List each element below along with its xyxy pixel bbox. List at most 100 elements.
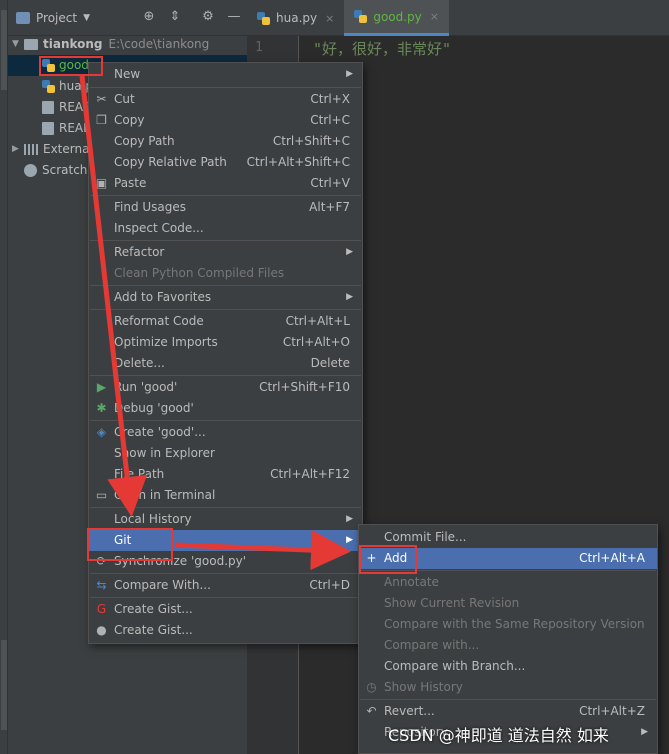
menu-item-create-gist[interactable]: G Create Gist...: [89, 599, 362, 620]
menu-item-label: Cut: [114, 92, 135, 106]
chevron-down-icon[interactable]: ▼: [83, 13, 90, 23]
menu-item-shortcut: Delete: [310, 356, 350, 370]
menu-item-shortcut: Ctrl+D: [309, 578, 350, 592]
crosshair-icon[interactable]: ⊕: [141, 9, 157, 25]
gist-g-icon: G: [96, 602, 107, 616]
menu-item-compare-with-branch[interactable]: Compare with Branch...: [359, 656, 657, 677]
menu-item-shortcut: Ctrl+C: [310, 113, 350, 127]
tab-good-py[interactable]: good.py ×: [344, 0, 449, 36]
menu-item-reformat-code[interactable]: Reformat Code Ctrl+Alt+L: [89, 311, 362, 332]
menu-item-show-in-explorer[interactable]: Show in Explorer: [89, 443, 362, 464]
history-icon: ◷: [366, 680, 377, 694]
menu-item-compare-with[interactable]: ⇆ Compare With... Ctrl+D: [89, 575, 362, 596]
menu-item-create-good[interactable]: ◈ Create 'good'...: [89, 422, 362, 443]
menu-item-label: Copy Path: [114, 134, 175, 148]
menu-item-label: Paste: [114, 176, 147, 190]
close-icon[interactable]: ×: [430, 10, 439, 23]
minimize-icon[interactable]: —: [226, 9, 242, 25]
menu-item-create-gist[interactable]: ● Create Gist...: [89, 620, 362, 641]
chevron-right-icon: ▶: [346, 292, 353, 302]
menu-separator: [90, 87, 361, 88]
markdown-file-icon: [42, 122, 54, 135]
terminal-icon: ▭: [95, 488, 108, 502]
project-tool-tab[interactable]: [1, 10, 7, 90]
menu-item-label: Open in Terminal: [114, 488, 216, 502]
menu-item-add-to-favorites[interactable]: Add to Favorites ▶: [89, 287, 362, 308]
menu-item-label: Create Gist...: [114, 623, 193, 637]
menu-item-label: Run 'good': [114, 380, 178, 394]
chevron-right-icon: ▶: [346, 535, 353, 545]
menu-item-annotate: Annotate: [359, 572, 657, 593]
annotation-box-git: [87, 528, 173, 561]
menu-separator: [90, 597, 361, 598]
menu-item-label: Compare with Branch...: [384, 659, 526, 673]
menu-item-label: Compare With...: [114, 578, 211, 592]
scratches-icon: [24, 164, 37, 177]
menu-item-label: Delete...: [114, 356, 165, 370]
menu-item-label: Create 'good'...: [114, 425, 206, 439]
menu-separator: [90, 507, 361, 508]
close-icon[interactable]: ×: [325, 12, 334, 25]
menu-item-copy-relative-path[interactable]: Copy Relative Path Ctrl+Alt+Shift+C: [89, 152, 362, 173]
menu-item-run-good[interactable]: ▶ Run 'good' Ctrl+Shift+F10: [89, 377, 362, 398]
copy-icon: ❐: [96, 113, 107, 127]
menu-item-open-in-terminal[interactable]: ▭ Open in Terminal: [89, 485, 362, 506]
menu-item-shortcut: Ctrl+Alt+L: [285, 314, 350, 328]
clipboard-icon: ▣: [95, 176, 108, 190]
chevron-right-icon[interactable]: ▶: [12, 139, 24, 160]
chevron-right-icon: ▶: [346, 247, 353, 257]
menu-item-local-history[interactable]: Local History ▶: [89, 509, 362, 530]
left-tool-strip: [0, 0, 8, 754]
menu-item-label: Copy Relative Path: [114, 155, 227, 169]
menu-item-paste[interactable]: ▣ Paste Ctrl+V: [89, 173, 362, 194]
python-file-icon: [354, 10, 368, 23]
menu-item-label: Copy: [114, 113, 145, 127]
menu-item-file-path[interactable]: File Path Ctrl+Alt+F12: [89, 464, 362, 485]
menu-item-shortcut: Ctrl+Alt+Shift+C: [246, 155, 350, 169]
menu-item-optimize-imports[interactable]: Optimize Imports Ctrl+Alt+O: [89, 332, 362, 353]
menu-item-inspect-code[interactable]: Inspect Code...: [89, 218, 362, 239]
menu-item-shortcut: Ctrl+Alt+O: [282, 335, 350, 349]
menu-item-refactor[interactable]: Refactor ▶: [89, 242, 362, 263]
root-folder-name: tiankong: [43, 37, 103, 51]
chevron-down-icon[interactable]: ▼: [12, 34, 24, 55]
favorites-tool-tab[interactable]: [1, 640, 7, 730]
line-number: 1: [255, 40, 263, 55]
menu-item-label: Add to Favorites: [114, 290, 212, 304]
project-view-icon: [16, 11, 30, 24]
project-panel-header: Project ▼ ⊕ ⇕ ⚙ —: [8, 0, 247, 36]
menu-item-find-usages[interactable]: Find Usages Alt+F7: [89, 197, 362, 218]
chevron-right-icon: ▶: [346, 69, 353, 79]
tree-root-row[interactable]: ▼ tiankong E:\code\tiankong: [12, 34, 209, 55]
menu-item-copy[interactable]: ❐ Copy Ctrl+C: [89, 110, 362, 131]
menu-item-label: Find Usages: [114, 200, 187, 214]
menu-item-shortcut: Alt+F7: [309, 200, 350, 214]
tab-label: good.py: [373, 9, 422, 24]
menu-item-shortcut: Ctrl+Alt+A: [579, 551, 645, 565]
collapse-icon[interactable]: ⇕: [167, 9, 183, 25]
run-icon: ▶: [96, 380, 107, 394]
menu-item-label: File Path: [114, 467, 165, 481]
project-panel-title[interactable]: Project: [36, 11, 77, 25]
menu-item-copy-path[interactable]: Copy Path Ctrl+Shift+C: [89, 131, 362, 152]
annotation-box-add: [359, 545, 417, 574]
github-icon: ●: [96, 623, 107, 637]
menu-item-new[interactable]: New ▶: [89, 64, 362, 85]
menu-item-show-history: ◷ Show History: [359, 677, 657, 698]
menu-separator: [90, 195, 361, 196]
menu-item-label: Debug 'good': [114, 401, 194, 415]
menu-item-cut[interactable]: ✂ Cut Ctrl+X: [89, 89, 362, 110]
code-line[interactable]: "好，很好，非常好": [313, 38, 451, 59]
menu-item-label: Show in Explorer: [114, 446, 215, 460]
menu-separator: [90, 375, 361, 376]
menu-item-label: Refactor: [114, 245, 165, 259]
tab-hua-py[interactable]: hua.py ×: [247, 0, 344, 36]
menu-separator: [90, 573, 361, 574]
menu-item-delete[interactable]: Delete... Delete: [89, 353, 362, 374]
menu-item-revert[interactable]: ↶ Revert... Ctrl+Alt+Z: [359, 701, 657, 722]
gear-icon[interactable]: ⚙: [200, 9, 216, 25]
menu-item-label: Local History: [114, 512, 192, 526]
menu-item-label: Show History: [384, 680, 463, 694]
menu-item-debug-good[interactable]: ✱ Debug 'good': [89, 398, 362, 419]
menu-item-label: Show Current Revision: [384, 596, 520, 610]
